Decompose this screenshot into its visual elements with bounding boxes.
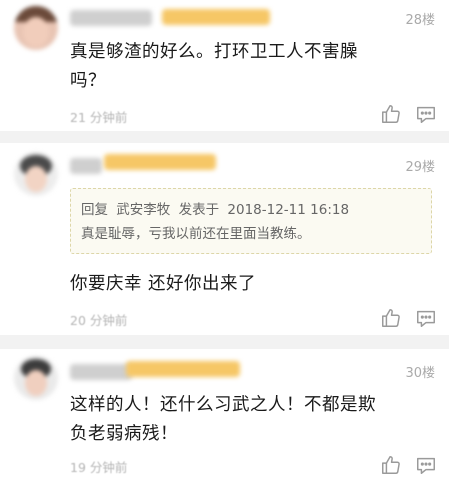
comment-text: 真是够渣的好么。打环卫工人不害臊 吗？ (70, 42, 358, 91)
floor-number: 30楼 (405, 366, 435, 381)
user-badge-blurred (126, 361, 240, 377)
comment-icon[interactable] (415, 307, 437, 329)
avatar[interactable] (14, 6, 58, 50)
avatar[interactable] (14, 152, 58, 196)
like-icon[interactable] (380, 103, 402, 125)
quoted-text: 真是耻辱，亏我以前还在里面当教练。 (81, 226, 311, 242)
quoted-datetime: 2018-12-11 16:18 (227, 202, 350, 218)
quoted-reply[interactable]: 回复 武安李牧 发表于 2018-12-11 16:18 真是耻辱，亏我以前还在… (70, 188, 432, 254)
user-badge-blurred (104, 154, 216, 170)
comment-item: 30楼 这样的人！还什么习武之人！不都是欺 负老弱病残！ 19 分钟前 (0, 336, 449, 486)
like-icon[interactable] (380, 307, 402, 329)
username-blurred[interactable] (70, 158, 102, 174)
user-badge-blurred (162, 9, 270, 25)
comment-icon[interactable] (415, 103, 437, 125)
comment-icon[interactable] (415, 454, 437, 476)
quoted-author[interactable]: 武安李牧 (116, 202, 170, 218)
username-blurred[interactable] (70, 364, 132, 380)
avatar[interactable] (14, 356, 58, 400)
timestamp: 19 分钟前 (70, 460, 128, 475)
comment-text: 你要庆幸 还好你出来了 (70, 274, 257, 294)
timestamp: 20 分钟前 (70, 313, 128, 328)
comment-item: 29楼 回复 武安李牧 发表于 2018-12-11 16:18 真是耻辱，亏我… (0, 136, 449, 336)
floor-number: 28楼 (405, 13, 435, 28)
like-icon[interactable] (380, 454, 402, 476)
timestamp: 21 分钟前 (70, 110, 128, 125)
quoted-reply-meta: 回复 武安李牧 发表于 2018-12-11 16:18 (81, 202, 350, 218)
comment-text: 这样的人！还什么习武之人！不都是欺 负老弱病残！ (70, 395, 376, 444)
comment-item: 28楼 真是够渣的好么。打环卫工人不害臊 吗？ 21 分钟前 (0, 0, 449, 136)
username-blurred[interactable] (70, 10, 152, 26)
floor-number: 29楼 (405, 160, 435, 175)
